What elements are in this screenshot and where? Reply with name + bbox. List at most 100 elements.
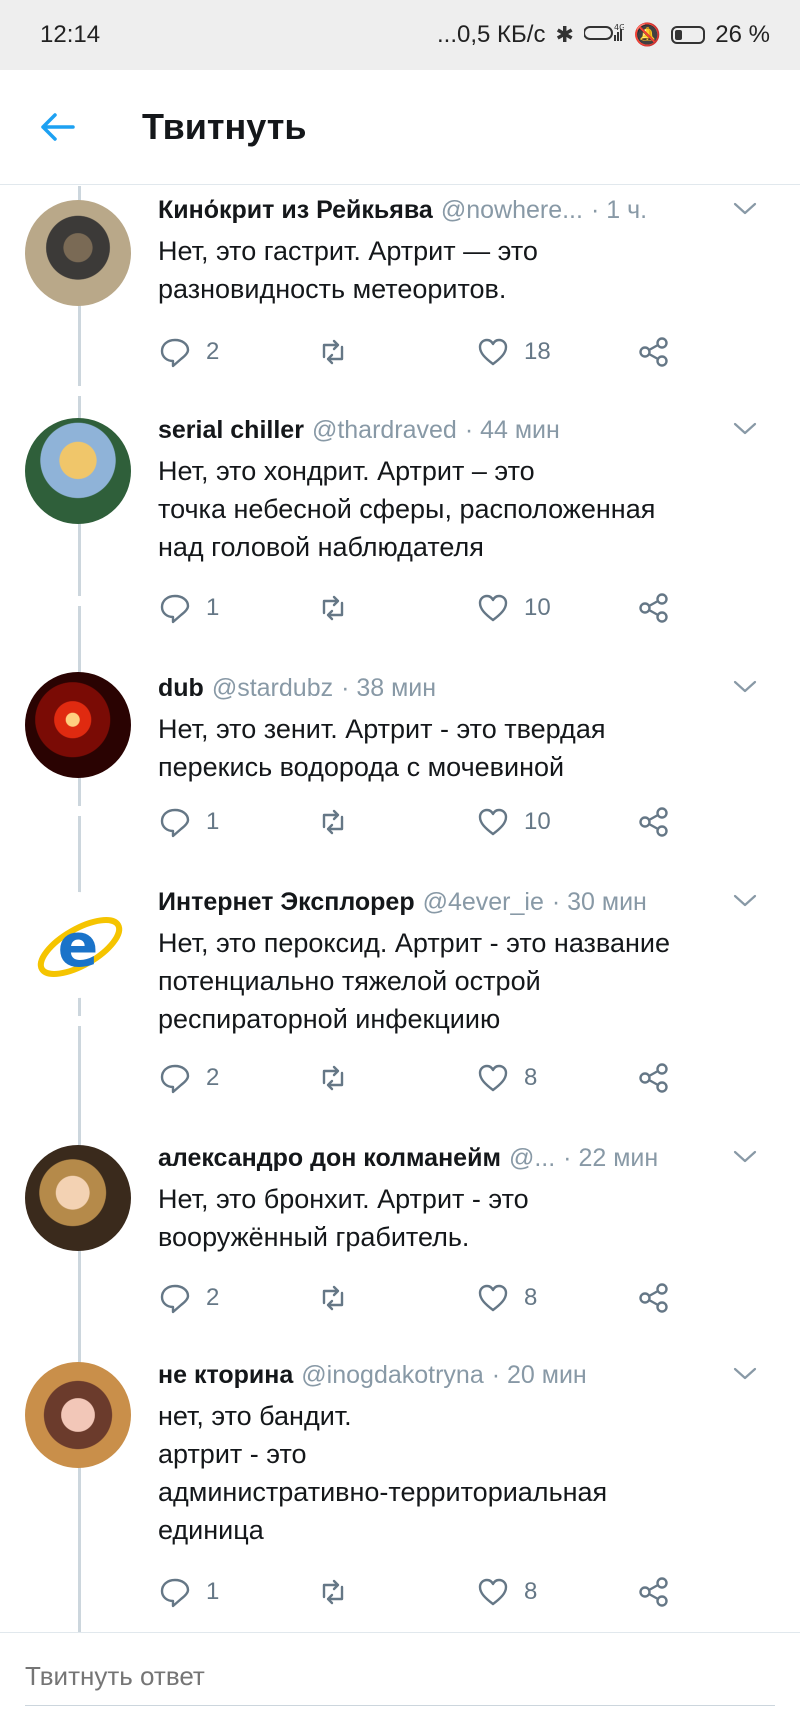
like-count: 8 — [524, 1284, 538, 1311]
reply-input[interactable] — [25, 1653, 765, 1699]
signal-icon: 4G — [582, 21, 625, 49]
like-button[interactable]: 8 — [476, 1575, 537, 1609]
heart-icon — [478, 1284, 508, 1312]
tweet[interactable]: Кинόкрит из Рейкьява @nowhere... · 1 ч. Нет… — [0, 190, 800, 390]
author-name[interactable]: александро дон колманейм — [158, 1144, 501, 1173]
share-button[interactable] — [636, 591, 670, 625]
reply-button[interactable]: 2 — [158, 1061, 219, 1095]
avatar[interactable]: e — [25, 892, 131, 998]
reply-button[interactable]: 2 — [158, 1281, 219, 1315]
retweet-icon — [322, 595, 344, 621]
avatar[interactable] — [25, 200, 131, 306]
tweet[interactable]: не кторина @inogdakotryna · 20 мин нет, это… — [0, 1355, 800, 1630]
chevron-down-icon[interactable] — [730, 1361, 760, 1385]
tweet-time: · 44 мин — [464, 415, 560, 444]
tweet-time: · 20 мин — [491, 1360, 587, 1389]
like-button[interactable]: 18 — [476, 335, 551, 369]
tweet-header: Кинόкрит из Рейкьява @nowhere... · 1 ч. — [158, 190, 770, 230]
reply-bar — [0, 1632, 800, 1731]
tweet-actions: 1 10 — [158, 800, 678, 844]
avatar[interactable] — [25, 418, 131, 524]
battery-level: 26 % — [715, 21, 770, 48]
chevron-down-icon[interactable] — [730, 196, 760, 220]
avatar[interactable] — [25, 1362, 131, 1468]
internet-explorer-logo-icon: e — [37, 911, 123, 981]
like-count: 8 — [524, 1578, 538, 1605]
retweet-icon — [322, 809, 344, 835]
share-button[interactable] — [636, 805, 670, 839]
share-icon — [639, 337, 668, 367]
chevron-down-icon[interactable] — [730, 888, 760, 912]
retweet-button[interactable] — [316, 1575, 364, 1609]
avatar[interactable] — [25, 1145, 131, 1251]
author-name[interactable]: serial chiller — [158, 416, 304, 445]
retweet-icon — [322, 1065, 344, 1091]
share-icon — [639, 1063, 668, 1093]
retweet-button[interactable] — [316, 591, 364, 625]
retweet-button[interactable] — [316, 805, 364, 839]
author-handle[interactable]: @... — [509, 1144, 555, 1173]
retweet-icon — [322, 1579, 344, 1605]
like-button[interactable]: 10 — [476, 591, 551, 625]
share-button[interactable] — [636, 1575, 670, 1609]
share-button[interactable] — [636, 1061, 670, 1095]
reply-underline — [25, 1705, 775, 1706]
share-icon — [639, 807, 668, 837]
tweet-actions: 2 18 — [158, 330, 678, 374]
tweet-header: dub @stardubz · 38 мин — [158, 668, 770, 708]
tweet-header: serial chiller @thardraved · 44 мин — [158, 410, 770, 450]
author-name[interactable]: Интернет Эксплорер — [158, 888, 415, 917]
reply-button[interactable]: 2 — [158, 335, 219, 369]
like-button[interactable]: 10 — [476, 805, 551, 839]
author-name[interactable]: dub — [158, 674, 204, 703]
retweet-button[interactable] — [316, 1281, 364, 1315]
share-icon — [639, 593, 668, 623]
author-handle[interactable]: @stardubz — [212, 674, 333, 703]
tweet-actions: 18 — [158, 1570, 678, 1614]
reply-count: 1 — [206, 594, 220, 621]
arrow-left-icon — [41, 113, 75, 141]
retweet-button[interactable] — [316, 335, 364, 369]
svg-text:e: e — [58, 911, 99, 981]
author-handle[interactable]: @4ever_ie — [423, 888, 544, 917]
tweet[interactable]: serial chiller @thardraved · 44 мин Нет, эт… — [0, 410, 800, 646]
chevron-down-icon[interactable] — [730, 1144, 760, 1168]
bluetooth-icon: ✱ — [555, 22, 574, 47]
chevron-down-icon[interactable] — [730, 674, 760, 698]
heart-icon — [478, 1578, 508, 1606]
app-header: Твитнуть — [0, 70, 800, 185]
retweet-icon — [322, 339, 344, 365]
tweet[interactable]: e Интернет Эксплорер @4ever_ie · 30 мин Нет,… — [0, 882, 800, 1116]
share-button[interactable] — [636, 335, 670, 369]
tweet-text: Нет, это хондрит. Артрит – это точка неб… — [158, 456, 656, 562]
reply-count: 1 — [206, 1578, 220, 1605]
tweet[interactable]: dub @stardubz · 38 мин Нет, это зенит. Артр… — [0, 668, 800, 860]
mute-icon: 🔕 — [633, 22, 662, 47]
author-name[interactable]: не кторина — [158, 1361, 293, 1390]
author-handle[interactable]: @thardraved — [312, 416, 457, 445]
retweet-button[interactable] — [316, 1061, 364, 1095]
reply-icon — [160, 1578, 190, 1608]
like-count: 10 — [524, 594, 551, 621]
tweet[interactable]: александро дон колманейм @... · 22 мин Нет,… — [0, 1138, 800, 1336]
tweet-time: · 30 мин — [551, 887, 647, 916]
status-time: 12:14 — [40, 21, 101, 48]
back-button[interactable] — [22, 92, 92, 162]
reply-button[interactable]: 1 — [158, 1575, 219, 1609]
author-handle[interactable]: @inogdakotryna — [301, 1361, 483, 1390]
tweet-text: Нет, это гастрит. Артрит — это разновидн… — [158, 236, 538, 304]
reply-button[interactable]: 1 — [158, 591, 219, 625]
like-button[interactable]: 8 — [476, 1061, 537, 1095]
chevron-down-icon[interactable] — [730, 416, 760, 440]
reply-count: 2 — [206, 1064, 220, 1091]
author-name[interactable]: Кинόкрит из Рейкьява — [158, 196, 433, 225]
author-handle[interactable]: @nowhere... — [441, 196, 583, 225]
avatar[interactable] — [25, 672, 131, 778]
tweet-header: не кторина @inogdakotryna · 20 мин — [158, 1355, 770, 1395]
reply-icon — [160, 338, 190, 368]
like-button[interactable]: 8 — [476, 1281, 537, 1315]
reply-button[interactable]: 1 — [158, 805, 219, 839]
share-button[interactable] — [636, 1281, 670, 1315]
tweet-text: нет, это бандит. артрит - это администра… — [158, 1401, 608, 1545]
tweet-time: · 22 мин — [563, 1143, 659, 1172]
